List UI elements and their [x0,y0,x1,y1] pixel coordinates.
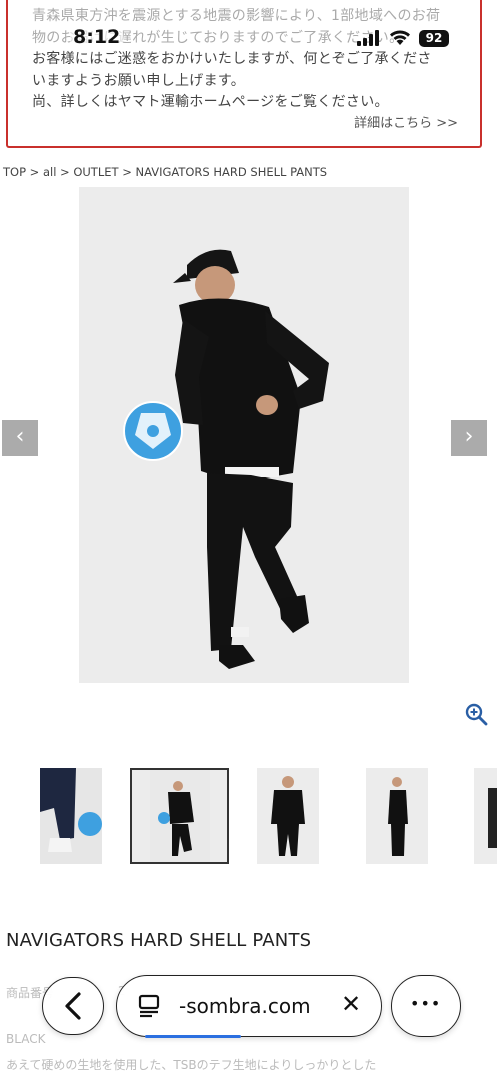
status-time: 8:12 [70,26,124,48]
zoom-in-icon[interactable] [464,702,488,726]
gallery-prev-button[interactable]: ‹ [2,420,38,456]
product-description: あえて硬めの生地を使用した、TSBのテフ生地によりしっかりとした [6,1058,377,1072]
wifi-icon [390,30,410,45]
close-icon[interactable]: ✕ [341,990,361,1018]
page-load-progress [145,1035,241,1038]
page-menu-icon[interactable] [137,994,161,1018]
notice-details-link[interactable]: 詳細はこちら >> [354,112,458,131]
status-bar: 8:12 92 [0,26,497,56]
battery-indicator: 92 [419,30,449,47]
model-photo [79,187,409,683]
chevron-left-icon [65,992,81,1020]
notice-line-5: 尚、詳しくはヤマト運輸ホームページをご覧ください。 [32,94,389,110]
product-main-image[interactable] [79,187,409,683]
product-color: BLACK [6,1032,46,1046]
thumbnail-1[interactable] [40,768,102,864]
thumbnail-4[interactable] [366,768,428,864]
thumbnail-5[interactable] [474,768,497,864]
thumbnail-3[interactable] [257,768,319,864]
browser-more-button[interactable]: ••• [391,975,461,1037]
cellular-signal-icon [357,30,379,46]
url-text[interactable]: -sombra.com [179,994,311,1018]
product-title: NAVIGATORS HARD SHELL PANTS [6,930,312,951]
thumbnail-2[interactable] [130,768,229,864]
earthquake-notice: 青森県東方沖を震源とする地震の影響により、1部地域へのお荷 物のお届けに遅れが生… [6,0,482,148]
notice-line-1: 青森県東方沖を震源とする地震の影響により、1部地域へのお荷 [32,8,441,24]
breadcrumb[interactable]: TOP > all > OUTLET > NAVIGATORS HARD SHE… [3,165,327,179]
gallery-next-button[interactable]: › [451,420,487,456]
browser-back-button[interactable] [42,977,104,1035]
notice-line-4: いますようお願い申し上げます。 [32,72,246,89]
more-dots-icon: ••• [410,994,442,1013]
thumbnail-strip [0,768,497,864]
page: 青森県東方沖を震源とする地震の影響により、1部地域へのお荷 物のお届けに遅れが生… [0,0,497,1080]
address-bar[interactable]: -sombra.com ✕ [116,975,382,1038]
